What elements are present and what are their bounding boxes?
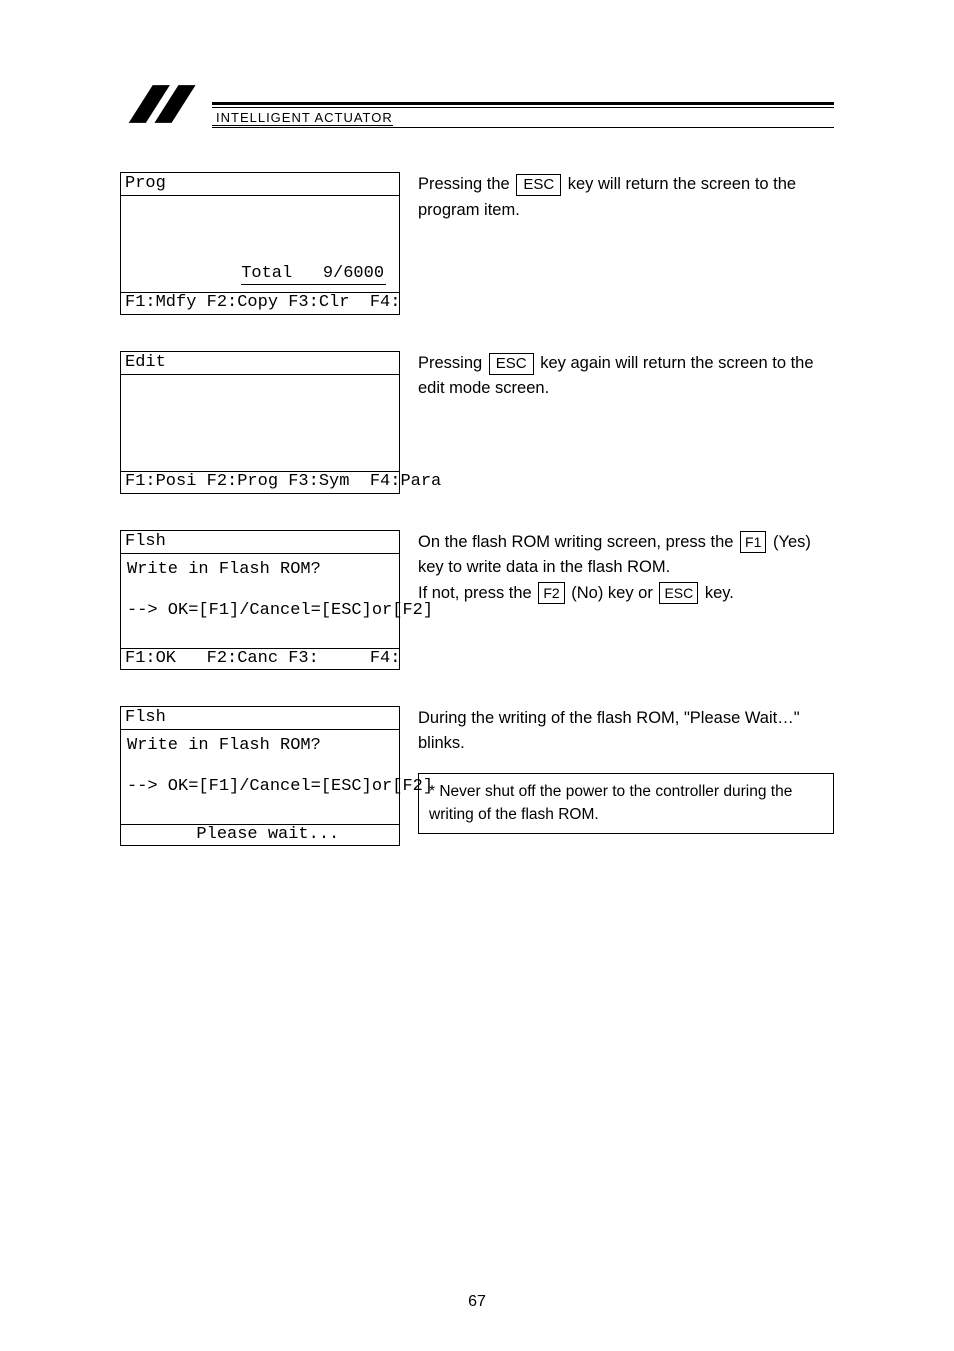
lcd-panel-flash-wait: Flsh Write in Flash ROM? --> OK=[F1]/Can… <box>120 706 400 846</box>
lcd-title: Prog <box>121 173 399 196</box>
total-label: Total <box>241 264 292 283</box>
total-value: 9/6000 <box>323 264 384 283</box>
desc-edit: Pressing ESC key again will return the s… <box>400 351 834 402</box>
lcd-panel-flash-confirm: Flsh Write in Flash ROM? --> OK=[F1]/Can… <box>120 530 400 670</box>
brand-header: INTELLIGENT ACTUATOR <box>120 80 834 128</box>
f1-keycap: F1 <box>740 531 766 553</box>
flash-line2: --> OK=[F1]/Cancel=[ESC]or[F2] <box>127 777 393 797</box>
lcd-fnbar: Please wait... <box>121 824 399 845</box>
lcd-panel-prog: Prog Total 9/6000 F1:Mdfy F2:Copy F3:Clr… <box>120 172 400 315</box>
lcd-fnbar: F1:Posi F2:Prog F3:Sym F4:Para <box>121 471 399 492</box>
desc-flash-wait: During the writing of the flash ROM, "Pl… <box>400 706 834 834</box>
esc-keycap: ESC <box>516 174 561 196</box>
header-rule <box>212 102 834 108</box>
lcd-title: Edit <box>121 352 399 375</box>
desc-flash-confirm: On the flash ROM writing screen, press t… <box>400 530 834 607</box>
flash-line1: Write in Flash ROM? <box>127 560 393 580</box>
flash-line2: --> OK=[F1]/Cancel=[ESC]or[F2] <box>127 601 393 621</box>
lcd-title: Flsh <box>121 707 399 730</box>
desc-prog: Pressing the ESC key will return the scr… <box>400 172 834 223</box>
f2-keycap: F2 <box>538 582 564 604</box>
brand-logo <box>120 80 206 128</box>
warning-note: * Never shut off the power to the contro… <box>418 773 834 834</box>
esc-keycap: ESC <box>659 582 698 604</box>
brand-label: INTELLIGENT ACTUATOR <box>212 110 393 126</box>
lcd-panel-edit: Edit F1:Posi F2:Prog F3:Sym F4:Para <box>120 351 400 494</box>
lcd-fnbar: F1:OK F2:Canc F3: F4: <box>121 648 399 669</box>
page-number: 67 <box>0 1293 954 1311</box>
lcd-title: Flsh <box>121 531 399 554</box>
esc-keycap: ESC <box>489 353 534 375</box>
lcd-fnbar: F1:Mdfy F2:Copy F3:Clr F4: <box>121 292 399 313</box>
flash-line1: Write in Flash ROM? <box>127 736 393 756</box>
